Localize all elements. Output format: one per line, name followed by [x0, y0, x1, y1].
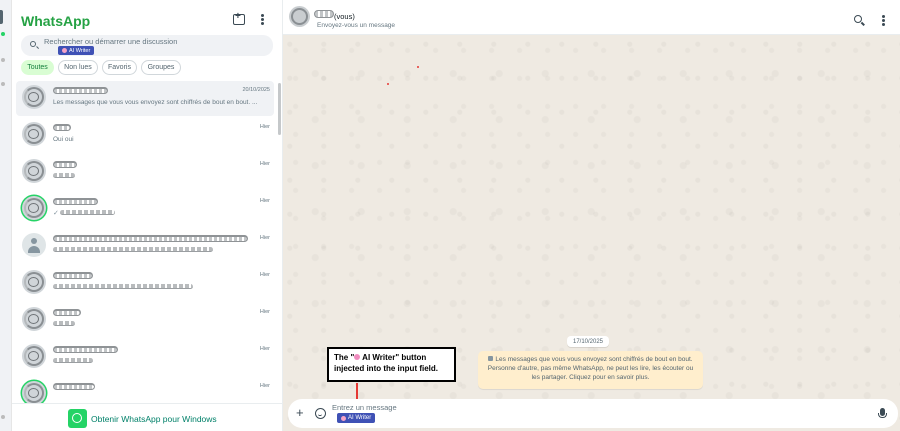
encryption-notice-text: Les messages que vous vous envoyez sont …	[487, 356, 694, 381]
menu-icon[interactable]	[259, 14, 265, 26]
rail-dot	[1, 415, 5, 419]
search-icon	[30, 41, 36, 47]
app-rail	[0, 0, 12, 431]
avatar	[22, 270, 46, 294]
chat-row[interactable]: Hier	[16, 266, 274, 301]
search-input[interactable]: Rechercher ou démarrer une discussion AI…	[21, 35, 273, 56]
avatar[interactable]	[289, 6, 310, 27]
contact-name-redacted	[53, 272, 93, 279]
chat-time: Hier	[259, 309, 270, 315]
filter-all[interactable]: Toutes	[21, 60, 54, 75]
ai-writer-button[interactable]: AI Writer	[58, 46, 95, 55]
chat-list: 20/10/2025 Les messages que vous vous en…	[12, 81, 282, 403]
sidebar: WhatsApp Rechercher ou démarrer une disc…	[12, 0, 283, 431]
ai-writer-button[interactable]: AI Writer	[337, 413, 376, 423]
menu-icon[interactable]	[880, 15, 886, 27]
chat-row[interactable]: Hier	[16, 155, 274, 190]
chat-time: Hier	[259, 383, 270, 389]
get-windows-app-banner[interactable]: Obtenir WhatsApp pour Windows	[12, 403, 282, 431]
chat-row[interactable]: ✓ Hier	[16, 192, 274, 227]
contact-name-redacted	[53, 346, 118, 353]
chat-time: Hier	[259, 124, 270, 130]
avatar	[22, 307, 46, 331]
chat-time: 20/10/2025	[242, 87, 270, 93]
chat-row[interactable]: Hier	[16, 229, 274, 264]
contact-name-suffix: (vous)	[334, 12, 355, 21]
avatar-placeholder-icon	[22, 233, 46, 257]
lock-icon	[488, 356, 494, 361]
rail-status-dot	[1, 32, 5, 36]
message-composer: + AI Writer	[288, 399, 898, 428]
preview-redacted	[53, 358, 93, 363]
brain-icon	[62, 48, 67, 53]
search-icon[interactable]	[854, 15, 862, 23]
chat-time: Hier	[259, 161, 270, 167]
contact-name-redacted	[53, 87, 108, 94]
filter-favorites[interactable]: Favoris	[102, 60, 137, 75]
encryption-notice[interactable]: Les messages que vous vous envoyez sont …	[478, 351, 703, 389]
preview-redacted	[53, 321, 75, 326]
stray-dot	[387, 83, 389, 85]
avatar	[22, 344, 46, 368]
contact-name-redacted	[53, 235, 248, 242]
ai-writer-label: AI Writer	[69, 47, 91, 54]
preview-redacted	[53, 284, 193, 289]
avatar	[22, 122, 46, 146]
plus-icon[interactable]: +	[296, 406, 304, 419]
chat-preview: Oui oui	[53, 136, 74, 143]
new-chat-icon[interactable]	[233, 11, 245, 25]
avatar	[22, 196, 46, 220]
contact-name-redacted	[314, 10, 334, 18]
chat-preview: Les messages que vous vous envoyez sont …	[53, 99, 258, 106]
contact-name-redacted	[53, 124, 71, 131]
conversation-header[interactable]: (vous) Envoyez-vous un message	[283, 0, 900, 35]
emoji-icon[interactable]	[315, 408, 326, 419]
rail-dot	[1, 58, 5, 62]
date-separator: 17/10/2025	[567, 336, 609, 347]
contact-subtitle: Envoyez-vous un message	[317, 22, 396, 29]
annotation-callout: The " AI Writer" button injected into th…	[327, 347, 456, 382]
chat-row[interactable]: Hier	[16, 377, 274, 403]
mic-icon[interactable]	[878, 408, 887, 418]
chat-time: Hier	[259, 272, 270, 278]
contact-name-redacted	[53, 309, 81, 316]
brain-icon	[341, 415, 346, 421]
preview-redacted	[53, 173, 75, 178]
avatar	[22, 159, 46, 183]
ai-writer-label: AI Writer	[348, 415, 372, 421]
annotation-line-2: injected into the input field.	[334, 364, 438, 373]
stray-dot	[417, 66, 419, 68]
promo-text: Obtenir WhatsApp pour Windows	[91, 414, 217, 424]
preview-redacted	[53, 247, 213, 252]
chat-time: Hier	[259, 235, 270, 241]
filter-groups[interactable]: Groupes	[141, 60, 181, 75]
contact-name-redacted	[53, 383, 95, 390]
read-tick-icon: ✓	[53, 210, 59, 217]
preview-redacted	[60, 210, 115, 215]
chat-row[interactable]: Hier	[16, 340, 274, 375]
chat-row[interactable]: 20/10/2025 Les messages que vous vous en…	[16, 81, 274, 116]
annotation-line-1: The " AI Writer" button	[334, 353, 427, 362]
contact-name-redacted	[53, 161, 77, 168]
conversation-panel: (vous) Envoyez-vous un message 17/10/202…	[283, 0, 900, 431]
rail-active-indicator	[0, 10, 3, 24]
filter-unread[interactable]: Non lues	[58, 60, 98, 75]
contact-name-redacted	[53, 198, 98, 205]
message-input[interactable]	[332, 402, 632, 413]
app-title: WhatsApp	[21, 13, 91, 29]
rail-dot	[1, 82, 5, 86]
chat-row[interactable]: Hier Oui oui	[16, 118, 274, 153]
windows-app-icon	[68, 409, 87, 428]
avatar	[22, 85, 46, 109]
search-placeholder: Rechercher ou démarrer une discussion	[44, 37, 178, 46]
sidebar-scrollbar[interactable]	[278, 83, 281, 135]
chat-time: Hier	[259, 346, 270, 352]
chat-time: Hier	[259, 198, 270, 204]
avatar	[22, 381, 46, 403]
chat-row[interactable]: Hier	[16, 303, 274, 338]
